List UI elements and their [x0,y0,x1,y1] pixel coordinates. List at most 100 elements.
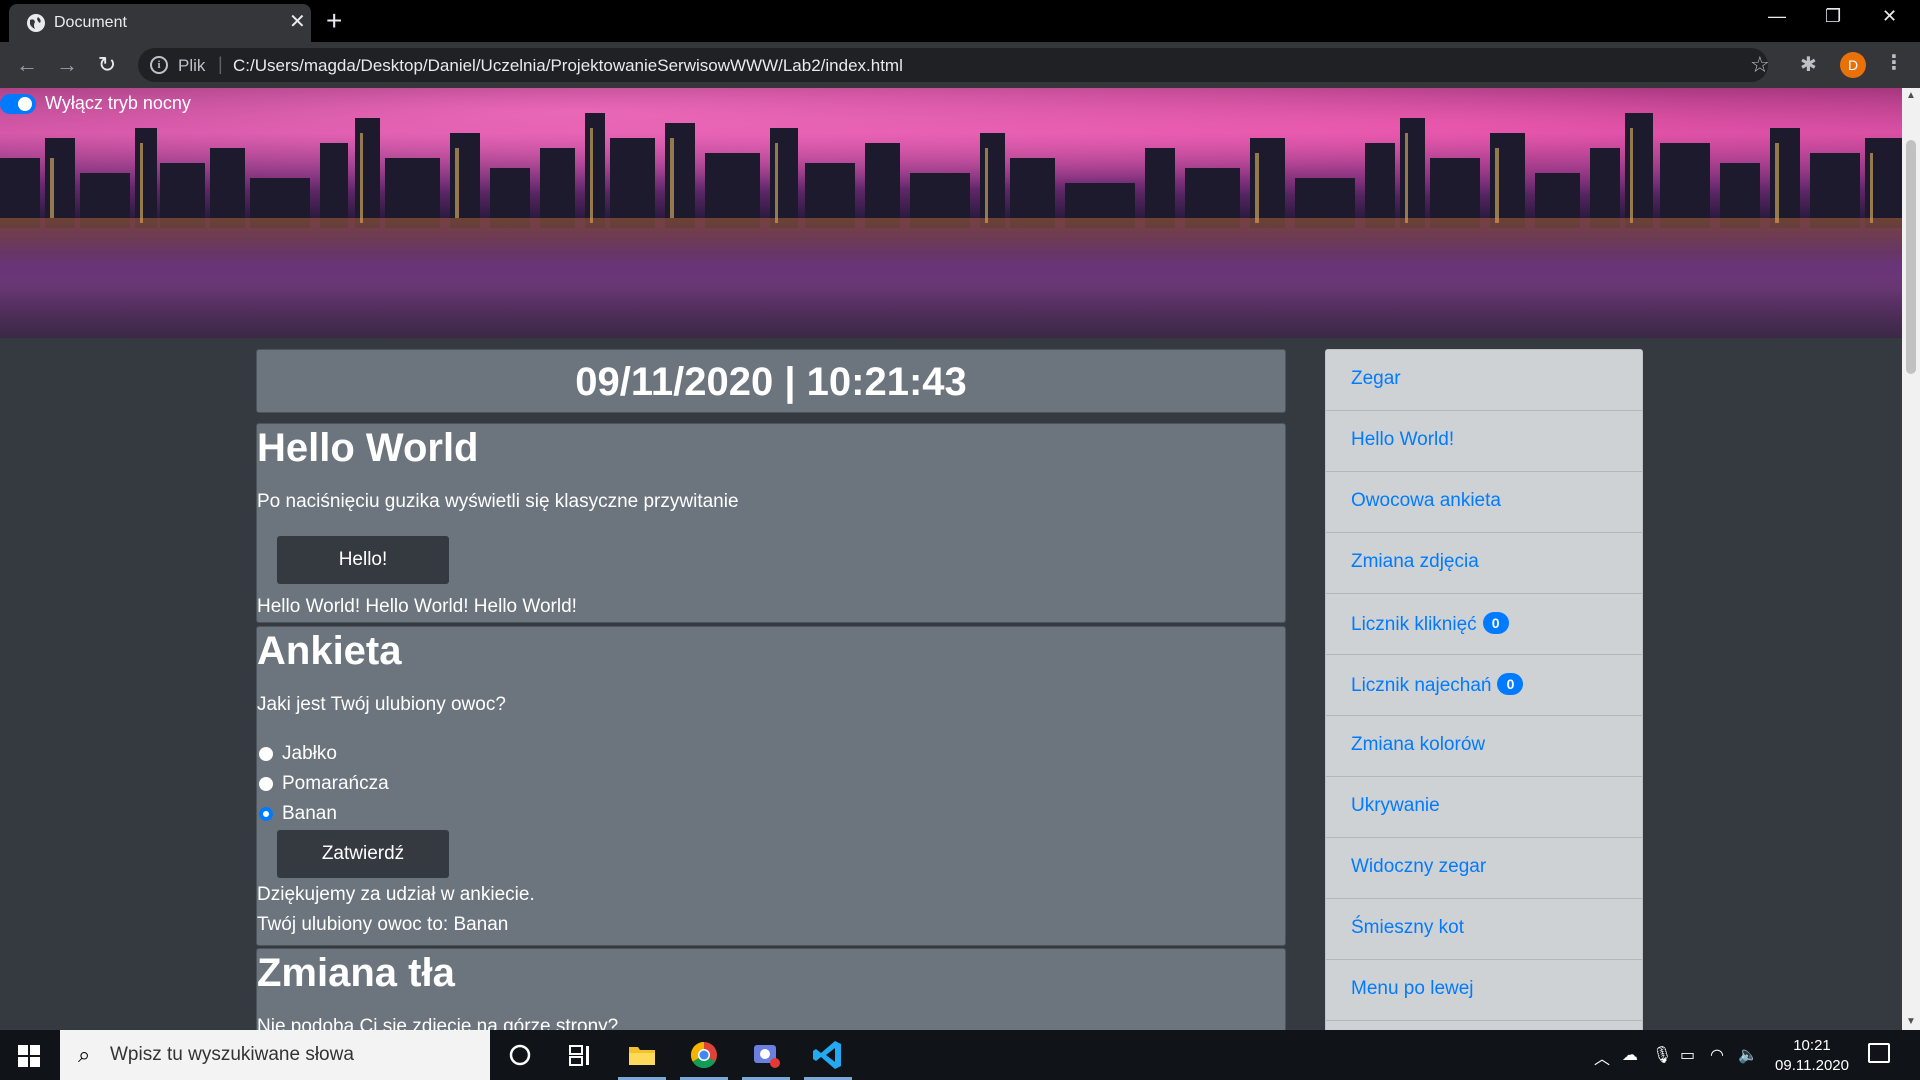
profile-avatar[interactable]: D [1840,52,1866,78]
onedrive-cloud-icon[interactable]: ☁ [1622,1045,1638,1065]
page-viewport: Wyłącz tryb nocny 09/11/2020 | 10:21:43 … [0,88,1902,1030]
sidebar-item-label: Ukrywanie [1351,795,1440,816]
scroll-down-arrow-icon[interactable]: ▼ [1902,1014,1920,1030]
restore-window-button[interactable]: ❐ [1825,6,1841,27]
sidebar-item-label: Licznik kliknięć [1351,614,1477,635]
bookmark-star-icon[interactable]: ☆ [1750,52,1770,78]
wifi-icon[interactable]: ◠ [1710,1045,1724,1065]
cortana-circle-icon[interactable] [502,1038,538,1072]
scroll-up-arrow-icon[interactable]: ▲ [1902,88,1920,104]
sidebar-item-label: Zmiana zdjęcia [1351,551,1479,572]
sidebar-item-label: Licznik najechań [1351,675,1492,696]
clock-display: 09/11/2020 | 10:21:43 [575,360,967,404]
hello-world-title: Hello World [257,426,479,470]
site-info-icon[interactable]: i [150,56,168,74]
task-view-icon[interactable] [562,1038,598,1072]
search-icon: ⌕ [78,1042,91,1067]
sidebar-item-zmiana-kolorow[interactable]: Zmiana kolorów [1326,716,1642,777]
url-text[interactable]: C:/Users/magda/Desktop/Daniel/Uczelnia/P… [233,56,903,76]
click-count-badge: 0 [1482,612,1509,634]
sidebar-item-owocowa-ankieta[interactable]: Owocowa ankieta [1326,472,1642,533]
sidebar-item-hello-world[interactable]: Hello World! [1326,411,1642,472]
scrollbar-thumb[interactable] [1906,140,1916,374]
survey-result-text: Twój ulubiony owoc to: Banan [257,914,509,935]
sidebar-item-label: Zegar [1351,368,1401,389]
page-scrollbar[interactable]: ▲ ▼ [1902,88,1920,1030]
extensions-puzzle-icon[interactable]: ✱ [1800,52,1817,77]
browser-tab[interactable]: Document ✕ [9,4,311,42]
toggle-knob [18,97,32,111]
radio-label: Pomarańcza [282,773,389,794]
browser-menu-icon[interactable]: ⋮ [1884,50,1904,75]
windows-start-icon[interactable] [18,1045,40,1067]
minimize-window-button[interactable]: — [1768,6,1786,27]
sidebar-menu: Zegar Hello World! Owocowa ankieta Zmian… [1325,349,1643,1030]
speaker-volume-icon[interactable]: 🔈 [1738,1045,1758,1065]
night-mode-toggle[interactable] [0,94,36,114]
taskbar-date: 09.11.2020 [1775,1057,1849,1074]
sidebar-item-ukrywanie[interactable]: Ukrywanie [1326,777,1642,838]
hover-count-badge: 0 [1497,673,1524,695]
sidebar-item-label: Hello World! [1351,429,1455,450]
sidebar-item-label: Owocowa ankieta [1351,490,1501,511]
show-hidden-icons-chevron-icon[interactable]: ︿ [1594,1045,1610,1069]
taskbar-time: 10:21 [1793,1037,1831,1054]
city-skyline-banner: Wyłącz tryb nocny [0,88,1902,338]
forward-arrow-icon[interactable]: → [54,52,80,78]
hello-world-description: Po naciśnięciu guzika wyświetli się klas… [257,491,739,512]
sidebar-item-smieszny-kot[interactable]: Śmieszny kot [1326,899,1642,960]
screen-recorder-icon[interactable] [748,1038,784,1072]
microphone-icon[interactable]: 🎙 [1652,1045,1672,1065]
vscode-icon[interactable] [810,1038,846,1072]
radio-label: Jabłko [282,743,337,764]
battery-icon[interactable]: ▭ [1680,1045,1695,1065]
chrome-icon[interactable] [686,1038,722,1072]
browser-toolbar: ← → ↻ i Plik | C:/Users/magda/Desktop/Da… [0,42,1920,88]
water-reflection [0,218,1902,338]
hello-world-section: Hello World Po naciśnięciu guzika wyświe… [256,423,1286,623]
new-tab-button[interactable]: + [326,7,342,35]
sidebar-item-zmiana-zdjecia[interactable]: Zmiana zdjęcia [1326,533,1642,594]
reload-icon[interactable]: ↻ [94,52,120,78]
background-change-text: Nie podoba Ci się zdjęcie na górze stron… [257,1016,619,1030]
action-center-notification-icon[interactable] [1868,1043,1890,1063]
url-scheme-label: Plik [178,56,206,75]
background-change-section: Zmiana tła Nie podoba Ci się zdjęcie na … [256,948,1286,1030]
windows-taskbar: ⌕ Wpisz tu wyszukiwane słowa ︿ ☁ 🎙 ▭ ◠ 🔈… [0,1030,1920,1080]
sidebar-item-label: Widoczny zegar [1351,856,1487,877]
close-window-button[interactable]: ✕ [1882,6,1897,27]
tab-close-icon[interactable]: ✕ [289,12,306,32]
survey-question: Jaki jest Twój ulubiony owoc? [257,694,506,715]
sidebar-item-licznik-najechan[interactable]: Licznik najechań 0 [1326,655,1642,716]
taskbar-clock[interactable]: 10:21 09.11.2020 [1760,1036,1864,1076]
url-separator: | [218,54,223,74]
address-bar[interactable]: i Plik | C:/Users/magda/Desktop/Daniel/U… [138,48,1770,82]
radio-button-checked[interactable] [259,807,273,821]
survey-title: Ankieta [257,629,402,673]
sidebar-item-menu-po-lewej[interactable]: Menu po lewej [1326,960,1642,1021]
radio-button[interactable] [259,777,273,791]
sidebar-item-label: Menu po lewej [1351,978,1474,999]
file-explorer-icon[interactable] [624,1038,660,1072]
hello-output-text: Hello World! Hello World! Hello World! [257,596,577,617]
radio-button[interactable] [259,747,273,761]
taskbar-search-box[interactable]: ⌕ Wpisz tu wyszukiwane słowa [60,1030,490,1080]
browser-tab-strip: Document ✕ + — ❐ ✕ [0,0,1920,42]
taskbar-search-placeholder: Wpisz tu wyszukiwane słowa [110,1044,354,1065]
survey-thanks-text: Dziękujemy za udział w ankiecie. [257,884,535,905]
sidebar-item-zegar[interactable]: Zegar [1326,350,1642,411]
hello-button[interactable]: Hello! [277,536,449,584]
survey-section: Ankieta Jaki jest Twój ulubiony owoc? Ja… [256,626,1286,946]
clock-card: 09/11/2020 | 10:21:43 [256,349,1286,413]
background-change-title: Zmiana tła [257,951,455,995]
survey-submit-button[interactable]: Zatwierdź [277,830,449,878]
sidebar-item-label-with-badge: Licznik kliknięć 0 [1351,612,1509,636]
sidebar-item-label: Śmieszny kot [1351,917,1464,938]
back-arrow-icon[interactable]: ← [14,52,40,78]
night-mode-label: Wyłącz tryb nocny [45,93,191,113]
sidebar-item-licznik-klikniec[interactable]: Licznik kliknięć 0 [1326,594,1642,655]
globe-icon [27,14,45,32]
sidebar-item-widoczny-zegar[interactable]: Widoczny zegar [1326,838,1642,899]
sidebar-item-label-with-badge: Licznik najechań 0 [1351,673,1524,697]
tab-title: Document [54,14,127,31]
